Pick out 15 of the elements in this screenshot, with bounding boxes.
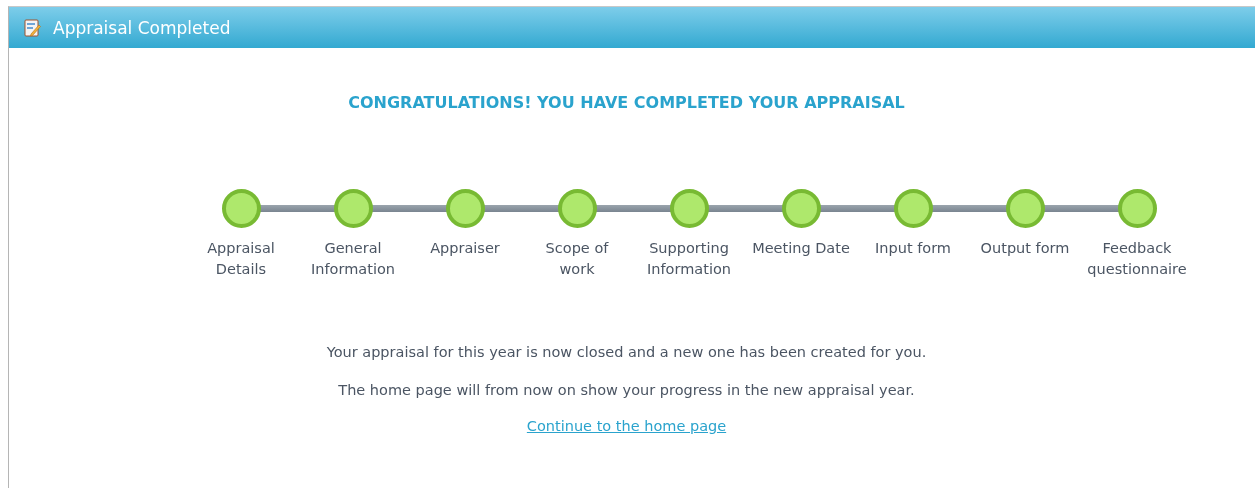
step-label: Feedback questionnaire [1087, 239, 1187, 279]
step-label: Output form [980, 239, 1070, 258]
info-message: Your appraisal for this year is now closed and a new one has been created for you. [325, 343, 928, 362]
step-label: General Information [311, 239, 395, 279]
step-label: Supporting Information [647, 239, 731, 279]
step-label: Scope of work [545, 239, 609, 279]
step-label: Appraiser [430, 239, 500, 258]
step-label: Meeting Date [752, 239, 850, 258]
notepad-pencil-icon [23, 18, 41, 37]
continue-home-link[interactable]: Continue to the home page [526, 418, 727, 434]
step-label: Appraisal Details [207, 239, 275, 279]
window-title: Appraisal Completed [53, 17, 231, 38]
info-message: The home page will from now on show your progress in the new appraisal year. [337, 381, 916, 400]
step-label: Input form [875, 239, 951, 258]
congratulations-heading: CONGRATULATIONS! YOU HAVE COMPLETED YOUR APPRAISAL [347, 93, 906, 112]
